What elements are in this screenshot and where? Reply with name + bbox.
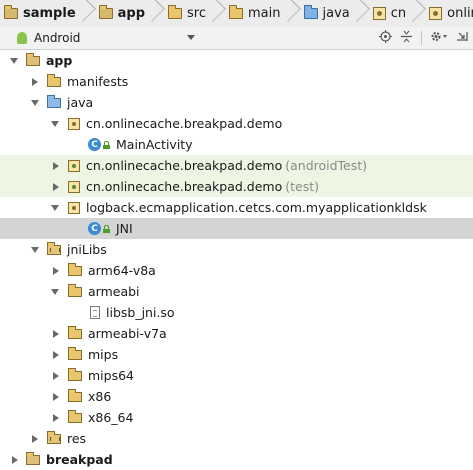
folder-icon	[68, 325, 82, 339]
tree-row-manifests[interactable]: manifests	[0, 71, 473, 92]
expand-right-icon[interactable]	[53, 329, 59, 338]
lock-icon	[103, 140, 110, 149]
folder-icon	[68, 409, 82, 423]
breadcrumb-separator	[211, 0, 221, 27]
breadcrumb-separator	[411, 0, 421, 27]
package-icon	[372, 7, 386, 20]
tree-row-mips[interactable]: mips	[0, 344, 473, 365]
tree-row-package[interactable]: cn.onlinecache.breakpad.demo	[0, 113, 473, 134]
expand-right-icon[interactable]	[53, 182, 59, 191]
folder-icon	[68, 283, 82, 297]
package-icon	[68, 117, 80, 130]
tree-row-armeabi-v7a[interactable]: armeabi-v7a	[0, 323, 473, 344]
folder-icon	[68, 367, 82, 381]
expand-right-icon[interactable]	[53, 161, 59, 170]
package-icon	[429, 7, 443, 20]
module-folder-icon	[98, 5, 113, 19]
breadcrumb-item-cn[interactable]: cn	[369, 0, 425, 27]
lock-icon	[103, 224, 110, 233]
expand-down-icon[interactable]	[10, 58, 18, 64]
view-selector[interactable]: Android	[34, 31, 80, 45]
tree-row-mainactivity[interactable]: C MainActivity	[0, 134, 473, 155]
resource-folder-icon	[47, 430, 61, 444]
folder-icon	[168, 5, 183, 19]
locate-icon[interactable]	[379, 29, 392, 47]
module-folder-icon	[26, 52, 40, 66]
breadcrumb-item-java[interactable]: java	[300, 0, 369, 27]
folder-icon	[68, 388, 82, 402]
breadcrumb-item-main[interactable]: main	[225, 0, 299, 27]
folder-icon	[47, 73, 61, 87]
expand-down-icon[interactable]	[51, 205, 59, 211]
breadcrumb-separator	[81, 0, 91, 27]
tree-row-x86-64[interactable]: x86_64	[0, 407, 473, 428]
tree-row-x86[interactable]: x86	[0, 386, 473, 407]
expand-right-icon[interactable]	[12, 455, 18, 464]
breadcrumb: sample app src main java cn onlinecache …	[0, 0, 473, 28]
expand-down-icon[interactable]	[51, 121, 59, 127]
expand-right-icon[interactable]	[53, 392, 59, 401]
chevron-down-icon[interactable]	[187, 35, 195, 40]
expand-down-icon[interactable]	[31, 100, 39, 106]
toolbar-divider	[421, 31, 422, 45]
source-folder-icon	[303, 5, 318, 19]
file-icon	[90, 306, 100, 319]
settings-icon[interactable]	[430, 30, 448, 47]
source-folder-icon	[47, 94, 61, 108]
breadcrumb-item-src[interactable]: src	[164, 0, 225, 27]
module-folder-icon	[26, 451, 40, 465]
class-icon: C	[88, 222, 101, 235]
project-tree: app manifests java cn.onlinecache.breakp…	[0, 50, 473, 467]
module-folder-icon	[4, 5, 18, 19]
tree-row-package-test[interactable]: cn.onlinecache.breakpad.demo (test)	[0, 176, 473, 197]
expand-right-icon[interactable]	[53, 266, 59, 275]
hide-icon[interactable]	[456, 30, 469, 47]
expand-right-icon[interactable]	[32, 77, 38, 86]
package-icon	[68, 201, 80, 214]
folder-icon	[68, 346, 82, 360]
class-icon: C	[88, 138, 101, 151]
tree-row-mips64[interactable]: mips64	[0, 365, 473, 386]
expand-right-icon[interactable]	[53, 371, 59, 380]
breadcrumb-item-app[interactable]: app	[95, 0, 164, 27]
breadcrumb-item-sample[interactable]: sample	[0, 0, 95, 27]
android-icon	[16, 32, 28, 44]
tree-row-libsb-jni[interactable]: libsb_jni.so	[0, 302, 473, 323]
tree-row-jnilibs[interactable]: jniLibs	[0, 239, 473, 260]
tree-row-app[interactable]: app	[0, 50, 473, 71]
tree-row-arm64-v8a[interactable]: arm64-v8a	[0, 260, 473, 281]
expand-right-icon[interactable]	[32, 434, 38, 443]
tree-row-armeabi[interactable]: armeabi	[0, 281, 473, 302]
breadcrumb-separator	[150, 0, 160, 27]
library-folder-icon	[47, 241, 61, 255]
tree-row-res[interactable]: res	[0, 428, 473, 449]
folder-icon	[68, 262, 82, 276]
project-view-toolbar: Android	[0, 27, 473, 50]
test-package-icon	[68, 159, 80, 172]
tree-row-breakpad[interactable]: breakpad	[0, 449, 473, 470]
expand-right-icon[interactable]	[53, 350, 59, 359]
tree-row-logback-package[interactable]: logback.ecmapplication.cetcs.com.myappli…	[0, 197, 473, 218]
tree-row-java[interactable]: java	[0, 92, 473, 113]
folder-icon	[229, 5, 244, 19]
collapse-icon[interactable]	[400, 30, 413, 47]
expand-down-icon[interactable]	[31, 247, 39, 253]
breadcrumb-separator	[286, 0, 296, 27]
expand-right-icon[interactable]	[53, 413, 59, 422]
test-package-icon	[68, 180, 80, 193]
breadcrumb-separator	[355, 0, 365, 27]
tree-row-package-androidtest[interactable]: cn.onlinecache.breakpad.demo (androidTes…	[0, 155, 473, 176]
expand-down-icon[interactable]	[51, 289, 59, 295]
breadcrumb-item-onlinecache[interactable]: onlinecache	[425, 0, 473, 27]
tree-row-jni[interactable]: C JNI	[0, 218, 473, 239]
